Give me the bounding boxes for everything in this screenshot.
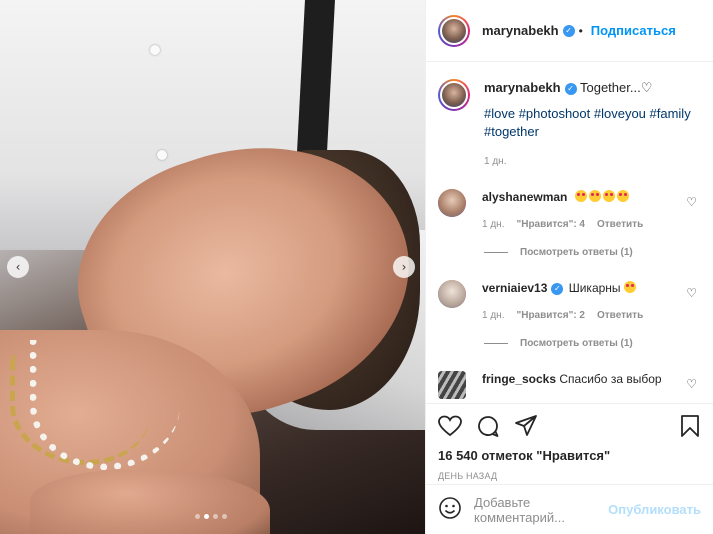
slide-dot: [213, 514, 218, 519]
reply-button[interactable]: Ответить: [597, 307, 643, 324]
view-replies[interactable]: Посмотреть ответы (1): [484, 338, 713, 349]
comment-speech-bubble-icon[interactable]: [476, 414, 500, 438]
comment-text: Спасибо за выбор: [559, 372, 662, 386]
pearl-necklace: [30, 340, 180, 470]
header-username[interactable]: marynabekh: [482, 23, 559, 38]
next-slide-button[interactable]: ›: [393, 256, 415, 278]
emoji-group: [574, 190, 631, 204]
comment-username[interactable]: verniaiev13: [482, 281, 547, 295]
chevron-left-icon: ‹: [15, 260, 21, 274]
comment-like-heart-icon[interactable]: ♡: [686, 377, 697, 391]
share-paper-plane-icon[interactable]: [514, 414, 538, 438]
hashtags-line[interactable]: #together: [484, 123, 701, 141]
heart-eyes-emoji-icon: [616, 190, 629, 202]
slide-dot: [195, 514, 200, 519]
follow-button[interactable]: Подписаться: [591, 23, 676, 38]
verified-badge-icon: ✓: [551, 282, 564, 295]
post-photo[interactable]: ‹ ›: [0, 0, 425, 534]
post-side-panel: marynabekh ✓ • Подписаться marynabekh ✓ T…: [425, 0, 713, 534]
publish-button[interactable]: Опубликовать: [608, 502, 701, 517]
verified-badge-icon: ✓: [562, 24, 575, 37]
likes-count[interactable]: 16 540 отметок "Нравится": [438, 448, 701, 463]
caption: marynabekh ✓ Together...♡ #love #photosho…: [426, 63, 713, 171]
avatar[interactable]: [438, 79, 470, 111]
comment-like-heart-icon[interactable]: ♡: [686, 286, 697, 300]
comment-text: Шикарны: [568, 281, 621, 295]
comment-likes[interactable]: "Нравится": 4: [516, 216, 585, 233]
avatar[interactable]: [438, 280, 466, 308]
slide-dot-active: [204, 514, 209, 519]
chevron-right-icon: ›: [401, 260, 407, 274]
separator: •: [578, 23, 583, 38]
heart-eyes-emoji-icon: [588, 190, 601, 202]
caption-time: 1 дн.: [484, 156, 507, 167]
slide-dot: [222, 514, 227, 519]
comment-input[interactable]: Добавьте комментарий...: [474, 495, 608, 525]
comment-like-heart-icon[interactable]: ♡: [686, 195, 697, 209]
emoji-picker-smiley-icon[interactable]: [438, 496, 462, 523]
like-heart-icon[interactable]: [438, 415, 462, 437]
comment: verniaiev13 ✓ Шикарны 1 дн. "Нравится": 2…: [426, 280, 713, 324]
prev-slide-button[interactable]: ‹: [7, 256, 29, 278]
post-date: ДЕНЬ НАЗАД: [438, 471, 498, 481]
slide-indicator: [195, 514, 227, 519]
comment-username[interactable]: alyshanewman: [482, 190, 567, 204]
view-replies-label[interactable]: Посмотреть ответы (1): [520, 247, 633, 258]
comments-list[interactable]: marynabekh ✓ Together...♡ #love #photosho…: [426, 63, 713, 403]
comment-time: 1 дн.: [482, 219, 505, 230]
avatar[interactable]: [438, 371, 466, 399]
view-replies-label[interactable]: Посмотреть ответы (1): [520, 338, 633, 349]
caption-username[interactable]: marynabekh: [484, 80, 561, 95]
reply-button[interactable]: Ответить: [597, 216, 643, 233]
caption-text: Together...♡: [579, 80, 653, 95]
hashtags-line[interactable]: #love #photoshoot #loveyou #family: [484, 105, 701, 123]
avatar[interactable]: [438, 189, 466, 217]
save-bookmark-icon[interactable]: [679, 414, 701, 438]
verified-badge-icon: ✓: [564, 82, 577, 95]
comment-username[interactable]: fringe_socks: [482, 372, 556, 386]
add-comment-bar: Добавьте комментарий... Опубликовать: [426, 484, 713, 534]
heart-eyes-emoji-icon: [623, 281, 636, 293]
view-replies[interactable]: Посмотреть ответы (1): [484, 247, 713, 258]
hashtags[interactable]: #love #photoshoot #loveyou #family #toge…: [484, 105, 701, 141]
heart-eyes-emoji-icon: [602, 190, 615, 202]
post-header: marynabekh ✓ • Подписаться: [426, 0, 713, 62]
comment: fringe_socks Спасибо за выбор ♡: [426, 371, 713, 399]
comment-likes[interactable]: "Нравится": 2: [516, 307, 585, 324]
comment-time: 1 дн.: [482, 310, 505, 321]
post-actions: 16 540 отметок "Нравится" ДЕНЬ НАЗАД: [426, 403, 713, 483]
heart-eyes-emoji-icon: [574, 190, 587, 202]
comment: alyshanewman 1 дн. "Нравится": 4 Ответит…: [426, 189, 713, 233]
avatar[interactable]: [438, 14, 470, 47]
